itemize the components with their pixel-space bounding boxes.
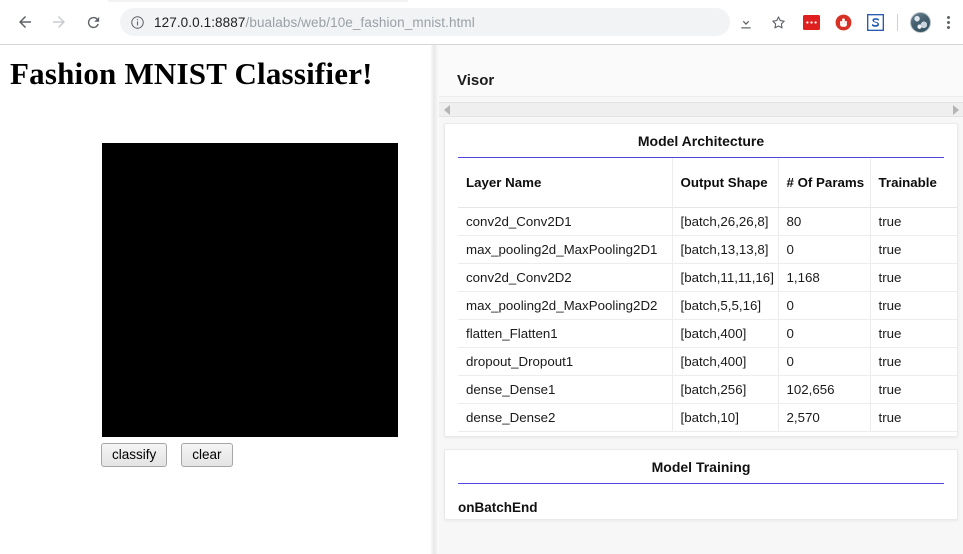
cell-output-shape: [batch,26,26,8] (672, 207, 779, 236)
visor-panel: Visor Model Architecture Layer Name Outp… (439, 45, 963, 554)
url-host: 127.0.0.1:8887 (154, 14, 246, 30)
table-row: conv2d_Conv2D2 [batch,11,11,16] 1,168 true (458, 263, 958, 292)
cell-num-params: 0 (778, 235, 871, 264)
card-title: Model Architecture (458, 124, 944, 158)
cell-output-shape: [batch,400] (672, 347, 779, 376)
cell-num-params: 0 (778, 319, 871, 348)
extension-s-icon[interactable] (866, 14, 884, 32)
back-button[interactable] (10, 7, 40, 37)
card-model-architecture: Model Architecture Layer Name Output Sha… (444, 123, 958, 437)
table-header: Layer Name Output Shape # Of Params Trai… (458, 158, 958, 208)
table-row: dense_Dense1 [batch,256] 102,656 true (458, 375, 958, 404)
table-row: max_pooling2d_MaxPooling2D2 [batch,5,5,16… (458, 291, 958, 320)
profile-avatar[interactable] (910, 12, 931, 33)
classify-button[interactable]: classify (101, 443, 168, 467)
visor-tabbar: Visor (439, 45, 963, 97)
model-architecture-table: Layer Name Output Shape # Of Params Trai… (458, 158, 958, 432)
training-section-label: onBatchEnd (458, 500, 538, 515)
cell-layer-name: max_pooling2d_MaxPooling2D2 (458, 291, 673, 320)
cell-layer-name: flatten_Flatten1 (458, 319, 673, 348)
url-text: 127.0.0.1:8887/bualabs/web/10e_fashion_m… (154, 15, 475, 30)
cell-output-shape: [batch,13,13,8] (672, 235, 779, 264)
clear-button[interactable]: clear (181, 443, 233, 467)
cell-layer-name: conv2d_Conv2D1 (458, 207, 673, 236)
cell-layer-name: max_pooling2d_MaxPooling2D1 (458, 235, 673, 264)
table-header-row: Layer Name Output Shape # Of Params Trai… (458, 158, 958, 208)
cell-output-shape: [batch,256] (672, 375, 779, 404)
scroll-left-button[interactable] (439, 104, 455, 115)
toolbar-actions (731, 0, 963, 45)
cell-output-shape: [batch,10] (672, 403, 779, 432)
star-icon (771, 16, 785, 29)
table-row: conv2d_Conv2D1 [batch,26,26,8] 80 true (458, 207, 958, 236)
forward-button[interactable] (44, 7, 74, 37)
reload-icon (87, 16, 99, 28)
cell-trainable: true (870, 291, 958, 320)
extension-red-block-icon[interactable] (802, 14, 820, 32)
table-row: flatten_Flatten1 [batch,400] 0 true (458, 319, 958, 348)
table-row: max_pooling2d_MaxPooling2D1 [batch,13,13,… (458, 235, 958, 264)
kebab-dot (946, 21, 950, 24)
forward-arrow-icon (53, 16, 65, 28)
cell-trainable: true (870, 207, 958, 236)
cell-num-params: 102,656 (778, 375, 871, 404)
download-icon (741, 16, 751, 28)
chrome-menu-button[interactable] (937, 8, 959, 38)
card-body: Layer Name Output Shape # Of Params Trai… (445, 158, 958, 432)
bookmark-button[interactable] (763, 8, 793, 38)
column-header-output-shape: Output Shape (672, 158, 779, 208)
table-body: conv2d_Conv2D1 [batch,26,26,8] 80 true max_p… (458, 207, 958, 432)
tab-visor[interactable]: Visor (449, 72, 502, 96)
triangle-left-icon (443, 104, 450, 115)
cell-trainable: true (870, 347, 958, 376)
cell-num-params: 0 (778, 291, 871, 320)
table-row: dropout_Dropout1 [batch,400] 0 true (458, 347, 958, 376)
cell-layer-name: dense_Dense2 (458, 403, 673, 432)
download-button[interactable] (731, 8, 761, 38)
triangle-right-icon (952, 104, 959, 115)
cell-num-params: 2,570 (778, 403, 871, 432)
cell-num-params: 80 (778, 207, 871, 236)
cell-trainable: true (870, 375, 958, 404)
toolbar-divider (897, 14, 898, 31)
table-row: dense_Dense2 [batch,10] 2,570 true (458, 403, 958, 432)
cell-output-shape: [batch,5,5,16] (672, 291, 779, 320)
card-model-training: Model Training onBatchEnd (444, 449, 958, 520)
browser-toolbar: 127.0.0.1:8887/bualabs/web/10e_fashion_m… (0, 0, 963, 45)
tab-strip (108, 0, 408, 2)
cell-trainable: true (870, 263, 958, 292)
page-viewport: Fashion MNIST Classifier! classify clear… (0, 45, 963, 554)
column-header-num-params: # Of Params (778, 158, 871, 208)
cell-layer-name: conv2d_Conv2D2 (458, 263, 673, 292)
extension-adblock-icon[interactable] (834, 14, 852, 32)
back-arrow-icon (19, 16, 31, 28)
cell-layer-name: dense_Dense1 (458, 375, 673, 404)
cell-output-shape: [batch,400] (672, 319, 779, 348)
column-header-layer-name: Layer Name (458, 158, 673, 208)
column-header-trainable: Trainable (870, 158, 958, 208)
canvas-controls: classify clear (101, 443, 233, 467)
cell-num-params: 1,168 (778, 263, 871, 292)
cell-trainable: true (870, 235, 958, 264)
cell-num-params: 0 (778, 347, 871, 376)
cell-layer-name: dropout_Dropout1 (458, 347, 673, 376)
cell-trainable: true (870, 319, 958, 348)
card-title: Model Training (458, 450, 944, 484)
kebab-dot (946, 26, 950, 29)
info-circle-icon[interactable] (130, 15, 145, 30)
cell-output-shape: [batch,11,11,16] (672, 263, 779, 292)
visor-horizontal-scrollbar[interactable] (439, 102, 963, 117)
cell-trainable: true (870, 403, 958, 432)
app-column: Fashion MNIST Classifier! classify clear (0, 45, 430, 554)
page-title: Fashion MNIST Classifier! (10, 56, 373, 91)
address-bar[interactable]: 127.0.0.1:8887/bualabs/web/10e_fashion_m… (120, 8, 730, 36)
reload-button[interactable] (78, 7, 108, 37)
panel-divider (430, 45, 439, 554)
scroll-right-button[interactable] (947, 104, 963, 115)
drawing-canvas[interactable] (102, 143, 398, 437)
kebab-dot (946, 16, 950, 19)
visor-content: Model Architecture Layer Name Output Sha… (439, 117, 963, 554)
url-path: /bualabs/web/10e_fashion_mnist.html (245, 14, 475, 30)
